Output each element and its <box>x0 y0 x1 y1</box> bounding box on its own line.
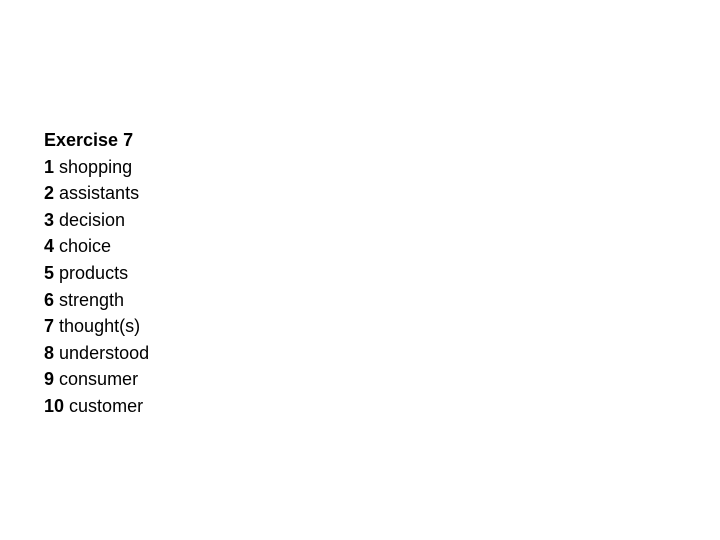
answer-word: decision <box>59 209 126 230</box>
answer-word: thought(s) <box>59 316 141 337</box>
answer-number: 5 <box>44 262 55 283</box>
answer-number: 7 <box>44 316 55 337</box>
answer-number: 6 <box>44 289 55 310</box>
answer-word: understood <box>59 342 150 363</box>
answer-item: 3 decision <box>44 207 149 234</box>
answer-number: 1 <box>44 156 55 177</box>
answer-item: 10 customer <box>44 393 149 420</box>
answer-item: 2 assistants <box>44 180 149 207</box>
answer-item: 5 products <box>44 260 149 287</box>
answer-list: Exercise 7 1 shopping 2 assistants 3 dec… <box>44 127 149 420</box>
answer-word: products <box>59 262 129 283</box>
answer-word: strength <box>59 289 125 310</box>
answer-word: assistants <box>59 183 140 204</box>
answer-number: 10 <box>44 395 65 416</box>
answer-number: 2 <box>44 183 55 204</box>
answer-number: 8 <box>44 342 55 363</box>
answer-number: 4 <box>44 236 55 257</box>
answer-number: 3 <box>44 209 55 230</box>
answer-item: 7 thought(s) <box>44 313 149 340</box>
answer-word: consumer <box>59 369 139 390</box>
answer-word: customer <box>69 395 144 416</box>
answer-item: 4 choice <box>44 233 149 260</box>
answer-item: 8 understood <box>44 340 149 367</box>
exercise-title: Exercise 7 <box>44 130 134 150</box>
answer-item: 1 shopping <box>44 154 149 181</box>
answer-item: 9 consumer <box>44 366 149 393</box>
answer-word: choice <box>59 236 112 257</box>
slide: Exercise 7 1 shopping 2 assistants 3 dec… <box>0 0 720 540</box>
answer-item: 6 strength <box>44 287 149 314</box>
answer-number: 9 <box>44 369 55 390</box>
answer-word: shopping <box>59 156 133 177</box>
